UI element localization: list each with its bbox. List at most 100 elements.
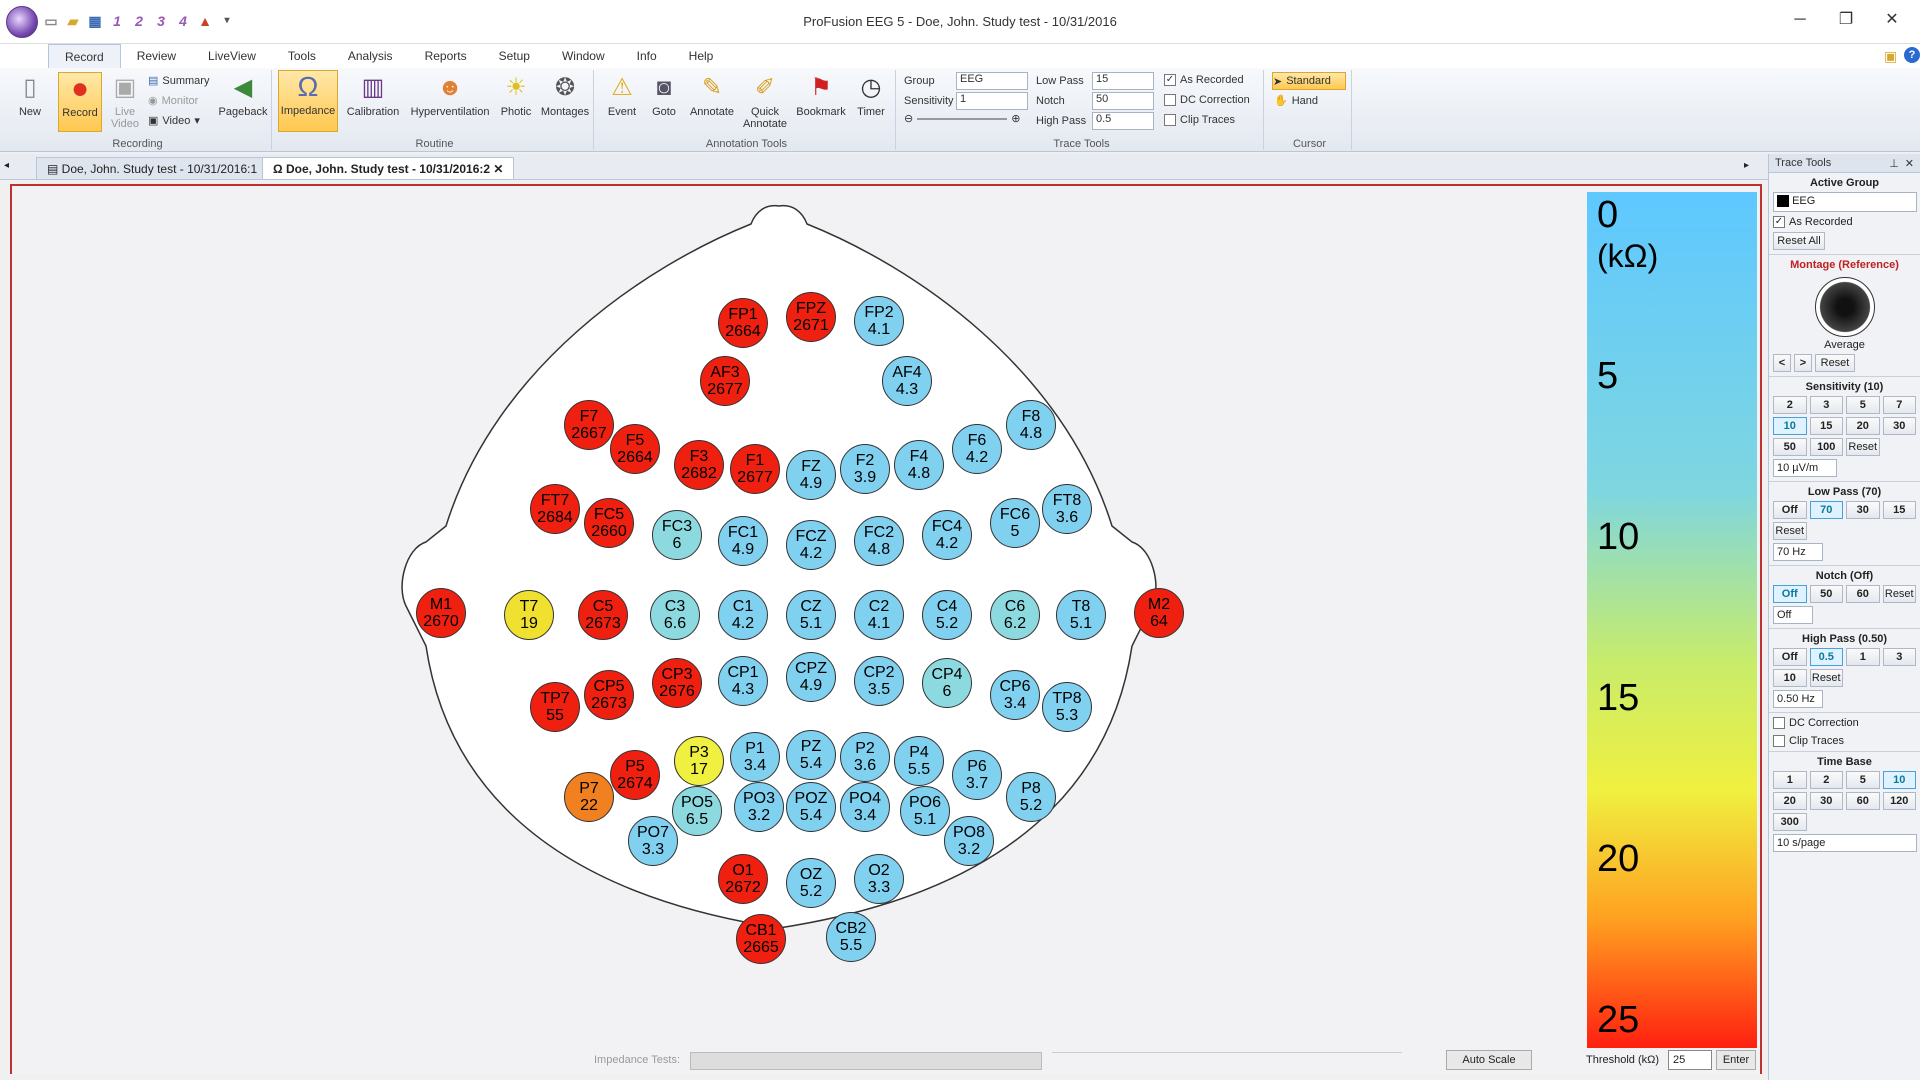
electrode-ft8[interactable]: FT8 3.6: [1042, 484, 1092, 534]
electrode-cz[interactable]: CZ 5.1: [786, 590, 836, 640]
tabs-scroll-right-icon[interactable]: ▸: [1744, 160, 1749, 171]
electrode-fp1[interactable]: FP1 2664: [718, 298, 768, 348]
notch-50-button[interactable]: 50: [1809, 585, 1843, 603]
notch-60-button[interactable]: 60: [1846, 585, 1880, 603]
zoom-out-icon[interactable]: ⊖: [904, 112, 913, 125]
reset-all-button[interactable]: Reset All: [1773, 232, 1825, 250]
electrode-po3[interactable]: PO3 3.2: [734, 782, 784, 832]
impedance-tests-select[interactable]: [690, 1052, 1042, 1070]
highpass-select[interactable]: 0.5: [1092, 112, 1154, 130]
hp-1-button[interactable]: 1: [1846, 648, 1880, 666]
electrode-fcz[interactable]: FCZ 4.2: [786, 520, 836, 570]
hyperventilation-button[interactable]: ☻ Hyperventilation: [406, 72, 494, 118]
as-recorded-checkbox[interactable]: ✓ As Recorded: [1164, 74, 1244, 86]
tab-info[interactable]: Info: [621, 44, 673, 68]
tb-1-button[interactable]: 1: [1773, 771, 1807, 789]
sens-20-button[interactable]: 20: [1846, 417, 1880, 435]
electrode-po5[interactable]: PO5 6.5: [672, 786, 722, 836]
electrode-p1[interactable]: P1 3.4: [730, 732, 780, 782]
dc-correction-checkbox[interactable]: DC Correction: [1164, 94, 1250, 106]
electrode-fc3[interactable]: FC3 6: [652, 510, 702, 560]
video-button[interactable]: ▣ Video ▾: [148, 114, 200, 128]
electrode-fz[interactable]: FZ 4.9: [786, 450, 836, 500]
goto-button[interactable]: ◙ Goto: [644, 72, 684, 118]
electrode-po4[interactable]: PO4 3.4: [840, 782, 890, 832]
electrode-fc4[interactable]: FC4 4.2: [922, 510, 972, 560]
pin-panel-icon[interactable]: ⊥: [1889, 157, 1899, 170]
hand-cursor-button[interactable]: ✋ Hand: [1274, 94, 1318, 108]
timebase-value-field[interactable]: 10 s/page: [1773, 834, 1917, 852]
electrode-af3[interactable]: AF3 2677: [700, 356, 750, 406]
electrode-f8[interactable]: F8 4.8: [1006, 400, 1056, 450]
sens-5-button[interactable]: 5: [1846, 396, 1880, 414]
lock-status-icon[interactable]: ▣: [1884, 48, 1897, 65]
notch-value-field[interactable]: Off: [1773, 606, 1813, 624]
minimize-button[interactable]: ─: [1780, 6, 1820, 34]
tb-10-button[interactable]: 10: [1882, 771, 1916, 789]
sens-100-button[interactable]: 100: [1809, 438, 1843, 456]
sens-2-button[interactable]: 2: [1773, 396, 1807, 414]
electrode-p2[interactable]: P2 3.6: [840, 732, 890, 782]
quick-annotate-button[interactable]: ✐ Quick Annotate: [740, 72, 790, 130]
pin-icon[interactable]: ✕: [1905, 157, 1914, 170]
electrode-p3[interactable]: P3 17: [674, 736, 724, 786]
electrode-fc5[interactable]: FC5 2660: [584, 498, 634, 548]
hp-0.5-button[interactable]: 0.5: [1809, 648, 1843, 666]
sens-30-button[interactable]: 30: [1882, 417, 1916, 435]
calibration-button[interactable]: ▥ Calibration: [342, 72, 404, 118]
doc-tab-1[interactable]: ▤ Doe, John. Study test - 10/31/2016:1: [36, 157, 269, 179]
sens-7-button[interactable]: 7: [1882, 396, 1916, 414]
sens-3-button[interactable]: 3: [1809, 396, 1843, 414]
electrode-cb1[interactable]: CB1 2665: [736, 914, 786, 964]
tab-help[interactable]: Help: [673, 44, 730, 68]
electrode-fc2[interactable]: FC2 4.8: [854, 516, 904, 566]
photic-button[interactable]: ☀ Photic: [496, 72, 536, 118]
lp-off-button[interactable]: Off: [1773, 501, 1807, 519]
event-button[interactable]: ⚠ Event: [602, 72, 642, 118]
electrode-cp2[interactable]: CP2 3.5: [854, 656, 904, 706]
electrode-fc1[interactable]: FC1 4.9: [718, 516, 768, 566]
tb-60-button[interactable]: 60: [1846, 792, 1880, 810]
electrode-p7[interactable]: P7 22: [564, 772, 614, 822]
tb-30-button[interactable]: 30: [1809, 792, 1843, 810]
electrode-t8[interactable]: T8 5.1: [1056, 590, 1106, 640]
sensitivity-slider[interactable]: ⊖ ⊕: [904, 112, 1020, 125]
sens-10-button[interactable]: 10: [1773, 417, 1807, 435]
group-select[interactable]: EEG: [956, 72, 1028, 90]
electrode-po8[interactable]: PO8 3.2: [944, 816, 994, 866]
electrode-oz[interactable]: OZ 5.2: [786, 858, 836, 908]
electrode-cp1[interactable]: CP1 4.3: [718, 656, 768, 706]
close-tab-icon[interactable]: ✕: [493, 162, 503, 176]
clip-traces-checkbox[interactable]: Clip Traces: [1164, 114, 1235, 126]
horizontal-scrollbar[interactable]: [1052, 1052, 1402, 1070]
electrode-f1[interactable]: F1 2677: [730, 444, 780, 494]
hp-off-button[interactable]: Off: [1773, 648, 1807, 666]
lp-reset-button[interactable]: Reset: [1773, 522, 1807, 540]
hp-reset-button[interactable]: Reset: [1809, 669, 1843, 687]
electrode-cp6[interactable]: CP6 3.4: [990, 670, 1040, 720]
notch-reset-button[interactable]: Reset: [1882, 585, 1916, 603]
impedance-button[interactable]: Ω Impedance: [278, 70, 338, 132]
electrode-cp5[interactable]: CP5 2673: [584, 670, 634, 720]
summary-button[interactable]: ▤ Summary: [148, 74, 209, 88]
electrode-f2[interactable]: F2 3.9: [840, 444, 890, 494]
sensitivity-field[interactable]: 1: [956, 92, 1028, 110]
pageback-button[interactable]: ◀ Pageback: [218, 72, 268, 118]
electrode-t7[interactable]: T7 19: [504, 590, 554, 640]
electrode-c4[interactable]: C4 5.2: [922, 590, 972, 640]
tab-liveview[interactable]: LiveView: [192, 44, 272, 68]
tab-reports[interactable]: Reports: [409, 44, 483, 68]
electrode-po7[interactable]: PO7 3.3: [628, 816, 678, 866]
lowpass-value-field[interactable]: 70 Hz: [1773, 543, 1823, 561]
electrode-fc6[interactable]: FC6 5: [990, 498, 1040, 548]
montage-next-button[interactable]: >: [1794, 354, 1812, 372]
electrode-c5[interactable]: C5 2673: [578, 590, 628, 640]
electrode-o2[interactable]: O2 3.3: [854, 854, 904, 904]
electrode-c6[interactable]: C6 6.2: [990, 590, 1040, 640]
sens-reset-button[interactable]: Reset: [1846, 438, 1880, 456]
tb-300-button[interactable]: 300: [1773, 813, 1807, 831]
tb-2-button[interactable]: 2: [1809, 771, 1843, 789]
tab-setup[interactable]: Setup: [483, 44, 546, 68]
clip-traces-checkbox-side[interactable]: Clip Traces: [1773, 735, 1916, 747]
lowpass-select[interactable]: 15: [1092, 72, 1154, 90]
